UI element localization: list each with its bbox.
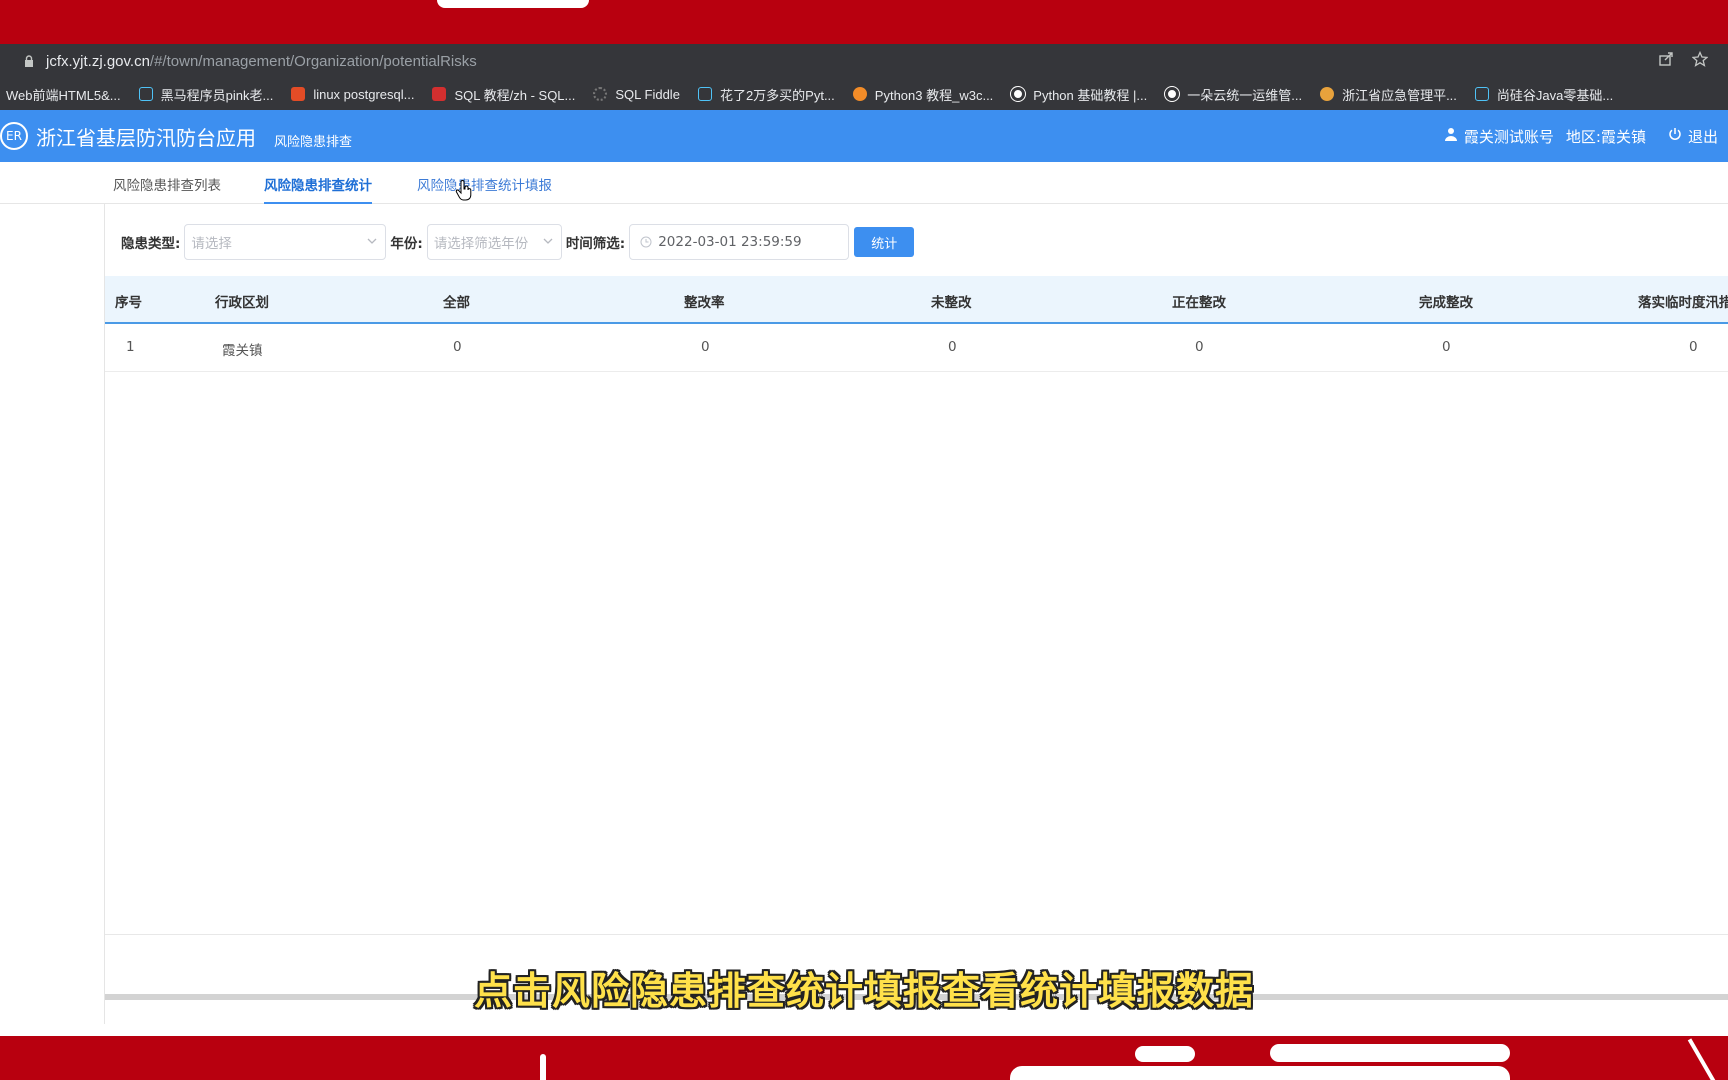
user-icon <box>1444 127 1458 145</box>
column-header: 整改率 <box>684 295 725 311</box>
bookmark-label: SQL 教程/zh - SQL... <box>454 87 576 103</box>
bookmark-item[interactable]: SQL Fiddle <box>593 87 680 102</box>
app-title: 浙江省基层防汛防台应用 <box>36 125 256 150</box>
power-icon <box>1668 127 1682 145</box>
c-icon <box>291 87 306 101</box>
bookmark-item[interactable]: 一朵云统一运维管... <box>1164 85 1303 104</box>
app-logo-icon: ER <box>0 122 28 150</box>
column-header: 未整改 <box>931 295 972 311</box>
bookmarks-bar: Web前端HTML5&... 黑马程序员pink老... linux postgre… <box>0 78 1728 110</box>
user-account[interactable]: 霞关测试账号 <box>1444 126 1554 147</box>
bookmark-item[interactable]: Python3 教程_w3c... <box>852 85 994 104</box>
time-picker[interactable]: 2022-03-01 23:59:59 <box>629 224 850 260</box>
table-header: 序号 行政区划 全部 整改率 未整改 正在整改 完成整改 落实临时度汛措 <box>105 276 1728 324</box>
table-cell: 0 <box>1442 339 1451 355</box>
app-subtitle: 风险隐患排查 <box>274 134 353 150</box>
tab-risk-statistics-report[interactable]: 风险隐患排查统计填报 <box>417 174 552 204</box>
globe-icon <box>1164 86 1181 102</box>
bookmark-label: Web前端HTML5&... <box>6 87 121 103</box>
year-label: 年份: <box>390 236 423 252</box>
year-placeholder: 请选择筛选年份 <box>433 236 529 252</box>
chevron-down-icon <box>543 238 553 244</box>
time-value: 2022-03-01 23:59:59 <box>658 234 802 250</box>
app-header: ER 浙江省基层防汛防台应用 风险隐患排查 霞关测试账号 地区:霞关镇 退出 <box>0 110 1728 162</box>
table-cell: 1 <box>126 339 135 355</box>
bookmark-label: SQL Fiddle <box>615 86 680 102</box>
column-header: 全部 <box>443 295 470 311</box>
bookmark-label: 花了2万多买的Pyt... <box>719 87 835 103</box>
tv-icon <box>697 87 712 101</box>
bookmark-item[interactable]: 浙江省应急管理平... <box>1320 85 1457 104</box>
region-label: 地区:霞关镇 <box>1565 127 1646 146</box>
star-icon[interactable] <box>1691 50 1709 71</box>
bookmark-label: linux postgresql... <box>313 86 415 102</box>
globe-icon <box>1010 86 1027 102</box>
lock-icon <box>24 55 34 67</box>
gear-icon <box>593 87 608 101</box>
tab-risk-statistics[interactable]: 风险隐患排查统计 <box>264 174 372 204</box>
bookmark-label: 尚硅谷Java零基础... <box>1496 87 1614 103</box>
column-header: 正在整改 <box>1172 295 1226 311</box>
chevron-down-icon <box>367 238 377 244</box>
column-header: 序号 <box>115 295 142 311</box>
bookmark-label: 一朵云统一运维管... <box>1187 87 1303 103</box>
time-filter-label: 时间筛选: <box>565 236 626 252</box>
table-cell: 0 <box>701 339 710 355</box>
year-select[interactable]: 请选择筛选年份 <box>426 224 562 260</box>
logout-label: 退出 <box>1687 127 1718 146</box>
tv-icon <box>1474 87 1489 101</box>
bookmark-label: 浙江省应急管理平... <box>1342 87 1457 103</box>
tab-bar: 风险隐患排查列表 风险隐患排查统计 风险隐患排查统计填报 <box>0 162 1728 204</box>
mouse-cursor-icon <box>455 180 472 201</box>
table-cell: 0 <box>1689 339 1698 355</box>
clock-icon <box>640 236 652 248</box>
hazard-type-label: 隐患类型: <box>121 236 181 252</box>
browser-address-bar[interactable]: jcfx.yjt.zj.gov.cn/#/town/management/Org… <box>0 44 1728 78</box>
tv-icon <box>138 87 153 101</box>
tab-risk-list[interactable]: 风险隐患排查列表 <box>113 174 221 204</box>
bookmark-item[interactable]: 黑马程序员pink老... <box>138 85 274 104</box>
url-text[interactable]: jcfx.yjt.zj.gov.cn/#/town/management/Org… <box>46 53 477 70</box>
bookmark-item[interactable]: Python 基础教程 |... <box>1010 85 1148 104</box>
bookmark-item[interactable]: linux postgresql... <box>291 87 414 102</box>
hazard-type-placeholder: 请选择 <box>191 236 232 252</box>
bookmark-label: 黑马程序员pink老... <box>160 87 274 103</box>
table-cell: 0 <box>948 339 957 355</box>
bookmark-label: Python 基础教程 |... <box>1033 87 1148 103</box>
filter-bar: 隐患类型: 请选择 年份: 请选择筛选年份 时间筛选: 2022-03-01 2… <box>121 222 915 262</box>
column-header: 完成整改 <box>1419 295 1473 311</box>
sql-icon <box>432 87 447 101</box>
video-caption: 点击风险隐患排查统计填报查看统计填报数据 <box>473 969 1254 1013</box>
logout-button[interactable]: 退出 <box>1668 126 1718 147</box>
table-footer-divider <box>105 934 1728 935</box>
table-cell: 0 <box>1195 339 1204 355</box>
statistics-button[interactable]: 统计 <box>854 227 915 257</box>
statistics-table: 序号 行政区划 全部 整改率 未整改 正在整改 完成整改 落实临时度汛措 1 霞… <box>105 276 1728 372</box>
column-header: 行政区划 <box>215 295 269 311</box>
bookmark-item[interactable]: 花了2万多买的Pyt... <box>697 85 835 104</box>
bookmark-label: Python3 教程_w3c... <box>874 87 994 103</box>
share-icon[interactable] <box>1658 51 1674 71</box>
table-cell: 霞关镇 <box>222 343 263 359</box>
main-content: 风险隐患排查列表 风险隐患排查统计 风险隐患排查统计填报 隐患类型: 请选择 年… <box>0 162 1728 1036</box>
bookmark-item[interactable]: 尚硅谷Java零基础... <box>1474 85 1614 104</box>
circle-icon <box>1320 87 1335 101</box>
table-cell: 0 <box>453 339 462 355</box>
decorative-frame-bottom <box>0 1036 1728 1080</box>
flower-icon <box>852 87 867 101</box>
bookmark-item[interactable]: Web前端HTML5&... <box>6 85 121 104</box>
decorative-frame-top <box>0 0 1728 44</box>
hazard-type-select[interactable]: 请选择 <box>184 224 387 260</box>
table-row[interactable]: 1 霞关镇 0 0 0 0 0 0 <box>105 324 1728 372</box>
user-name: 霞关测试账号 <box>1463 127 1554 146</box>
column-header: 落实临时度汛措 <box>1638 295 1728 311</box>
bookmark-item[interactable]: SQL 教程/zh - SQL... <box>432 85 575 104</box>
